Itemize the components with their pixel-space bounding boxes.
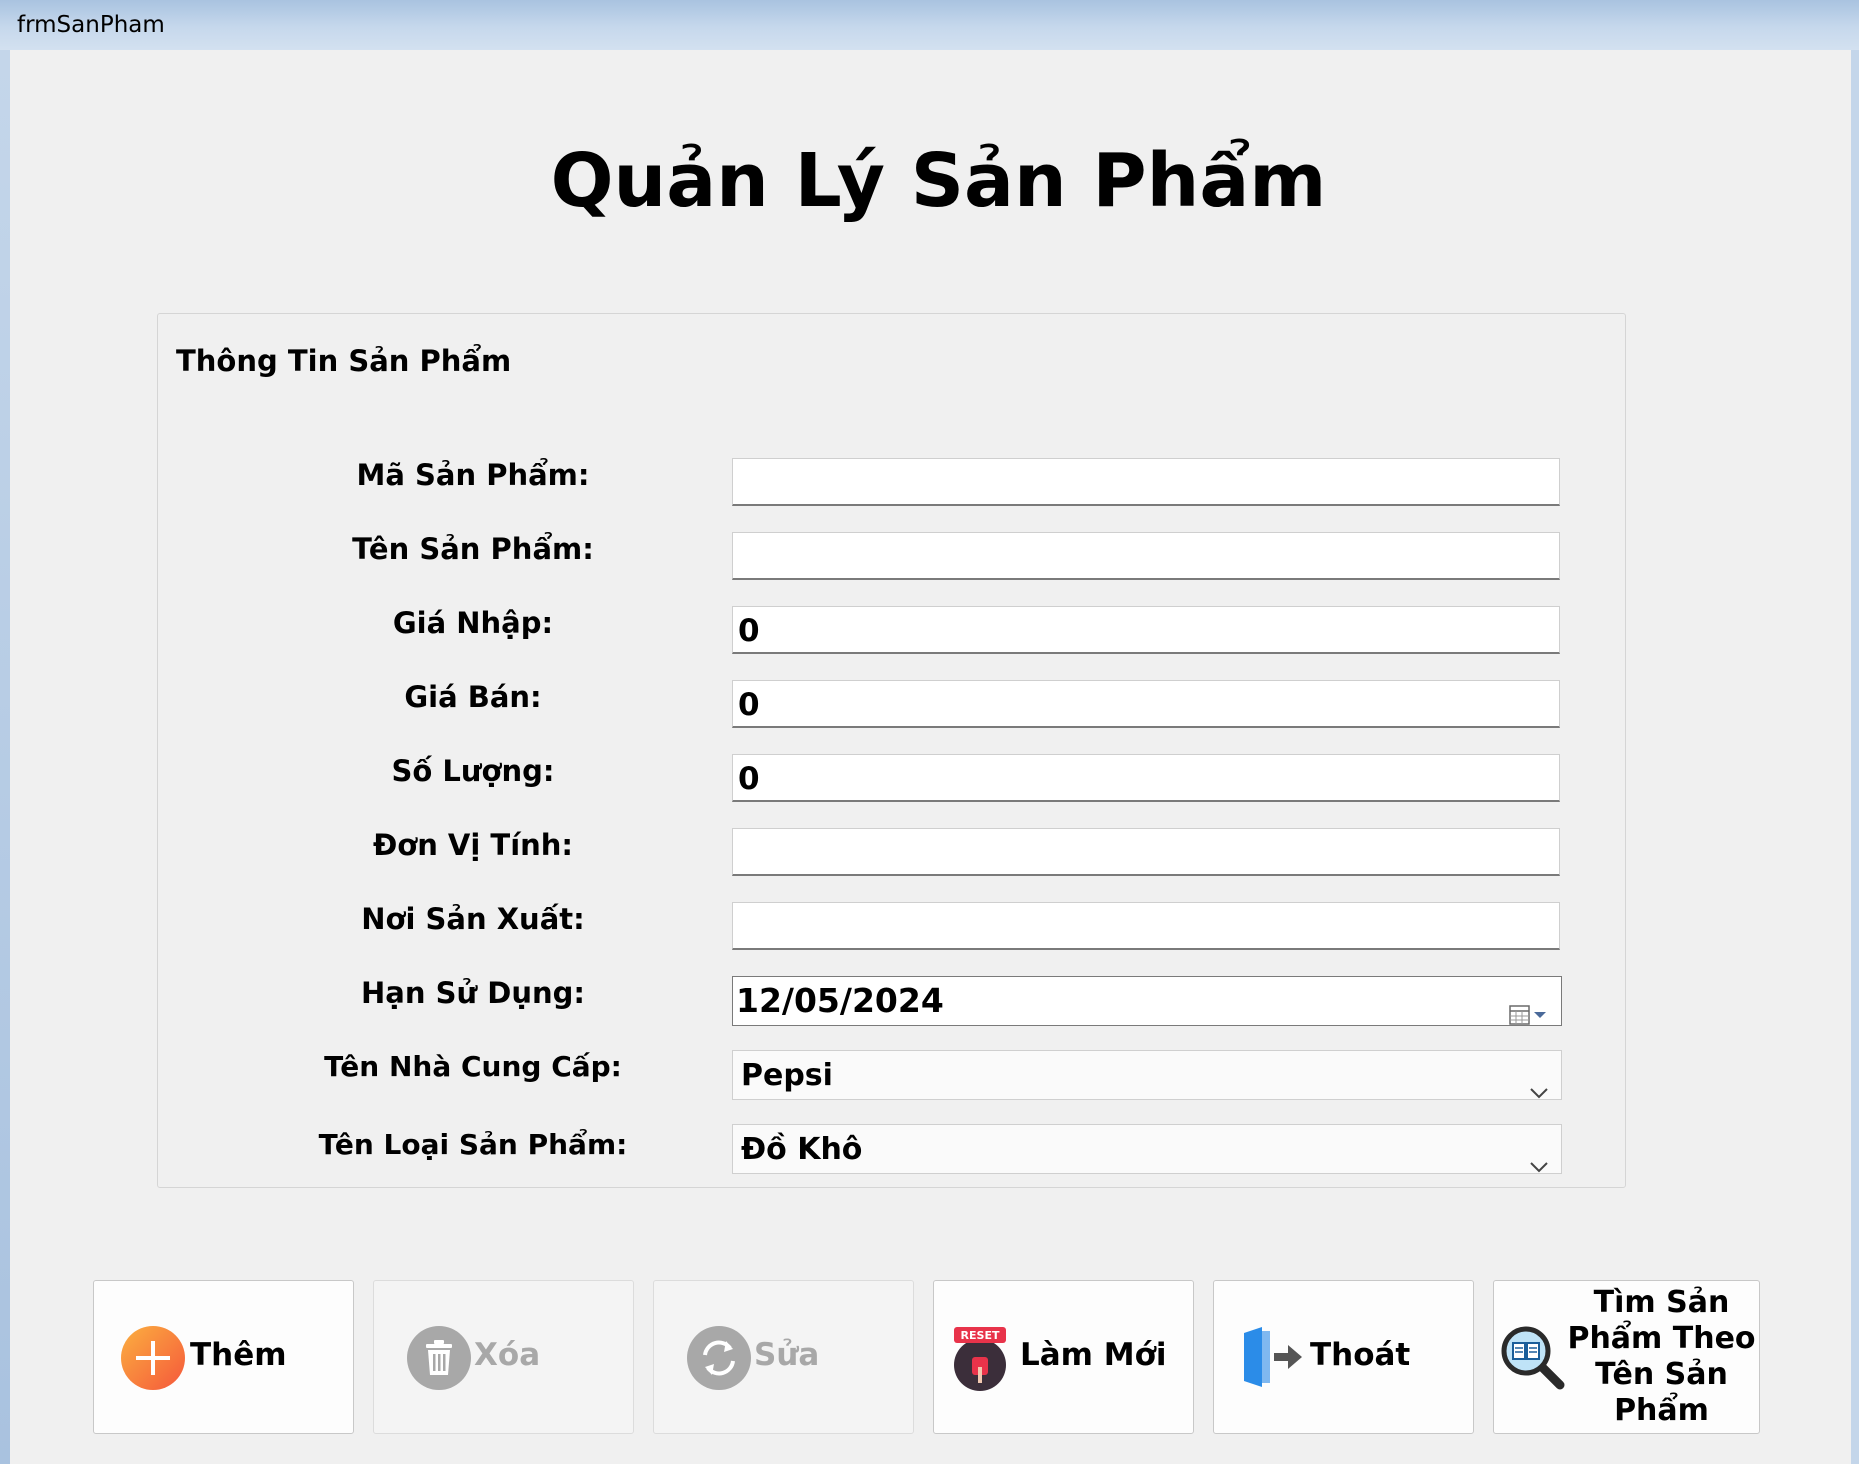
xoa-button[interactable]: Xóa [373, 1280, 634, 1434]
label-don-vi-tinh: Đơn Vị Tính: [372, 828, 574, 862]
don-vi-tinh-input[interactable] [732, 828, 1560, 876]
chevron-down-icon[interactable] [1529, 1141, 1549, 1191]
lam-moi-button[interactable]: RESET Làm Mới [933, 1280, 1194, 1434]
refresh-icon [686, 1325, 752, 1391]
chevron-down-icon[interactable] [1529, 1067, 1549, 1117]
page-title: Quản Lý Sản Phẩm [550, 138, 1327, 224]
combo-value: Pepsi [741, 1058, 833, 1093]
date-value: 12/05/2024 [736, 981, 944, 1020]
reset-icon: RESET [950, 1323, 1020, 1393]
thoat-label: Thoát [1310, 1337, 1411, 1373]
gia-nhap-input[interactable]: 0 [732, 606, 1560, 654]
label-han-su-dung: Hạn Sử Dụng: [361, 976, 585, 1010]
window-left-border [0, 50, 10, 1464]
han-su-dung-datepicker[interactable]: 12/05/2024 [732, 976, 1562, 1026]
window-titlebar[interactable]: frmSanPham [0, 0, 1859, 50]
label-loai-san-pham: Tên Loại Sản Phẩm: [318, 1128, 628, 1161]
sua-label: Sửa [754, 1337, 820, 1373]
sua-button[interactable]: Sửa [653, 1280, 914, 1434]
label-ma-san-pham: Mã Sản Phẩm: [356, 458, 590, 492]
loai-san-pham-combobox[interactable]: Đồ Khô [732, 1124, 1562, 1174]
add-icon [120, 1325, 186, 1391]
label-ten-san-pham: Tên Sản Phẩm: [352, 532, 594, 566]
thoat-button[interactable]: Thoát [1213, 1280, 1474, 1434]
them-button[interactable]: Thêm [93, 1280, 354, 1434]
ten-san-pham-input[interactable] [732, 532, 1560, 580]
label-noi-san-xuat: Nơi Sản Xuất: [361, 902, 585, 936]
gia-ban-input[interactable]: 0 [732, 680, 1560, 728]
tim-theo-ten-button[interactable]: Tìm Sản Phẩm Theo Tên Sản Phẩm [1493, 1280, 1760, 1434]
search-book-icon [1500, 1325, 1566, 1391]
calendar-dropdown-icon[interactable] [1509, 991, 1549, 1039]
tim-theo-ten-label: Tìm Sản Phẩm Theo Tên Sản Phẩm [1567, 1285, 1756, 1428]
window-right-border [1851, 50, 1859, 1464]
them-label: Thêm [190, 1337, 287, 1373]
trash-icon [406, 1325, 472, 1391]
noi-san-xuat-input[interactable] [732, 902, 1560, 950]
label-so-luong: Số Lượng: [391, 754, 555, 788]
nha-cung-cap-combobox[interactable]: Pepsi [732, 1050, 1562, 1100]
label-gia-nhap: Giá Nhập: [392, 606, 554, 640]
xoa-label: Xóa [474, 1337, 541, 1373]
ma-san-pham-input[interactable] [732, 458, 1560, 506]
so-luong-input[interactable]: 0 [732, 754, 1560, 802]
groupbox-title: Thông Tin Sản Phẩm [166, 344, 522, 378]
label-gia-ban: Giá Bán: [404, 680, 542, 714]
window-title: frmSanPham [17, 12, 165, 38]
label-nha-cung-cap: Tên Nhà Cung Cấp: [324, 1050, 622, 1083]
exit-door-icon [1240, 1325, 1306, 1391]
combo-value: Đồ Khô [741, 1132, 863, 1167]
lam-moi-label: Làm Mới [1020, 1337, 1167, 1373]
reset-badge-text: RESET [961, 1329, 1000, 1342]
